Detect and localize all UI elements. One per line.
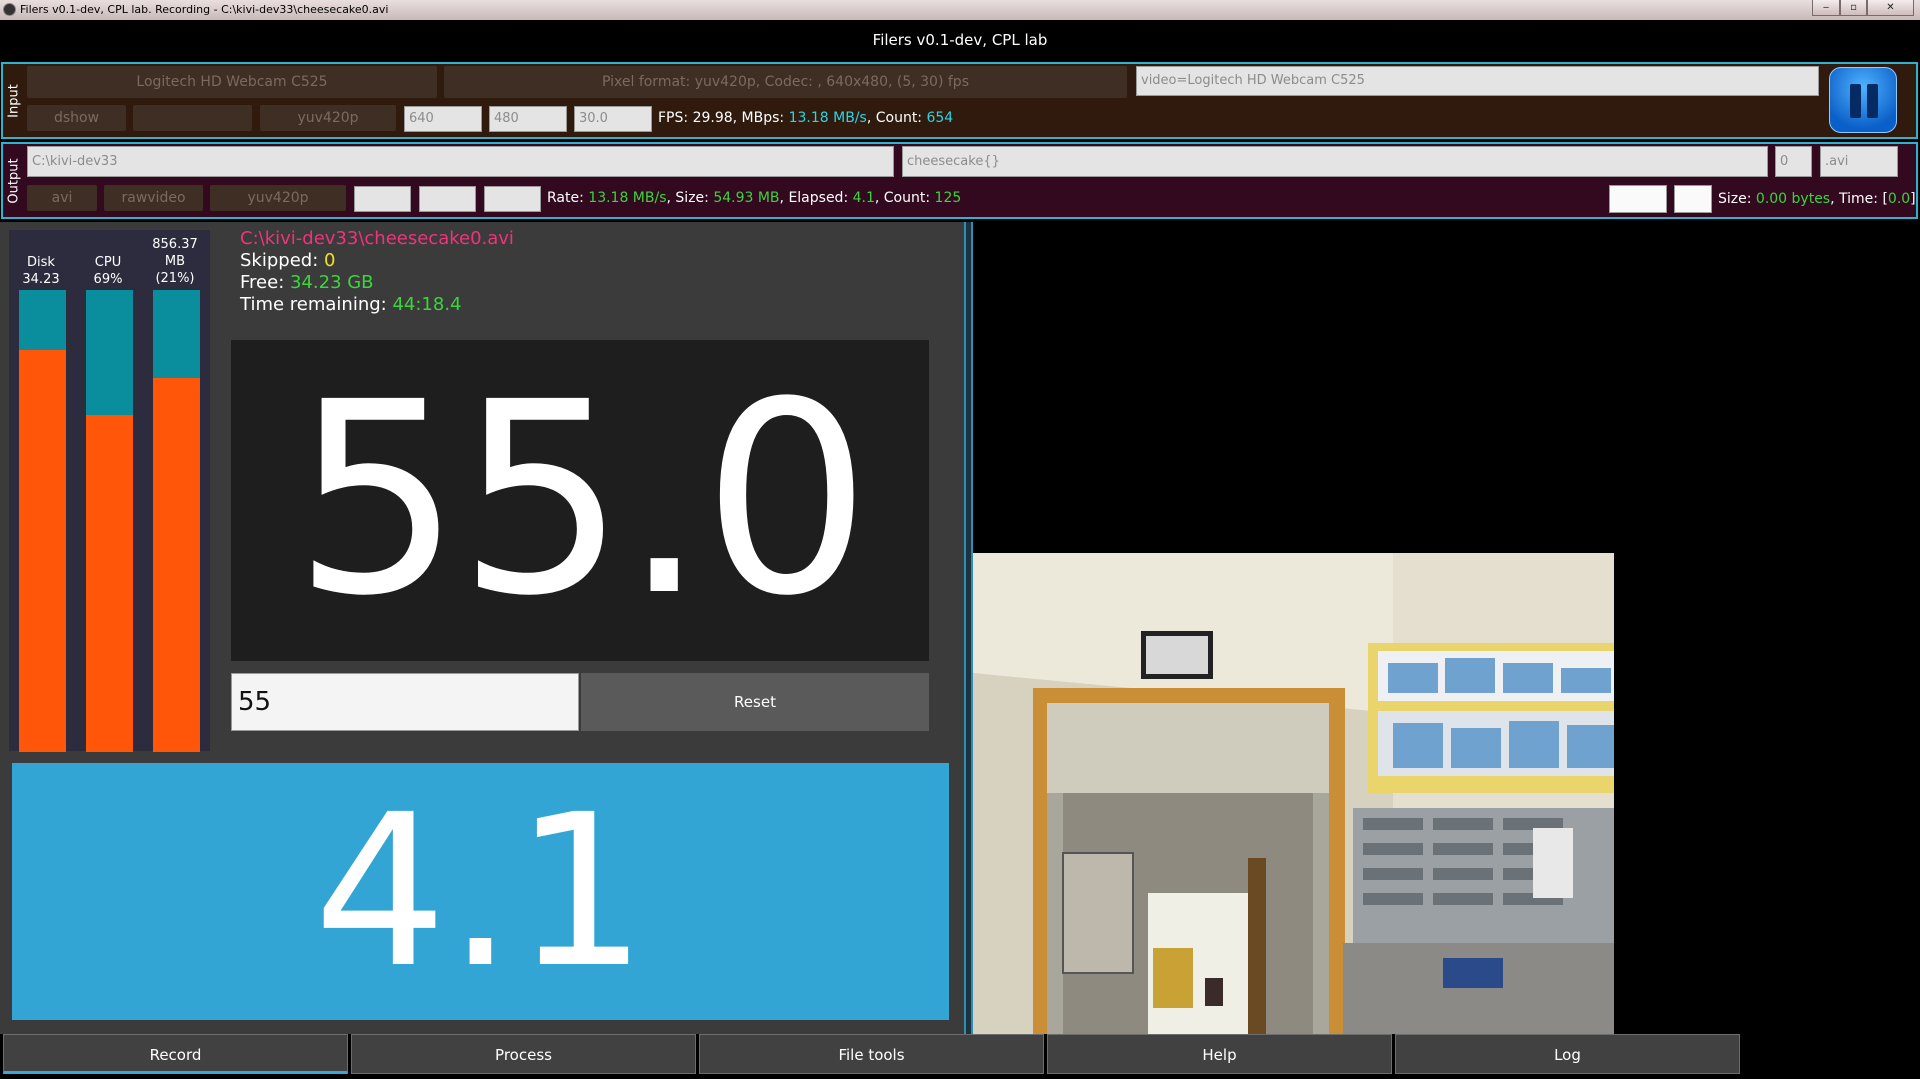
output-rate-field[interactable] [484,186,541,212]
os-title-bar: Filers v0.1-dev, CPL lab. Recording - C:… [0,0,1920,20]
output-index-field[interactable]: 0 [1775,146,1812,177]
resource-meters: Disk 34.23 GB CPU 69% 856.37 MB (21%) [9,230,210,752]
disk-meter-fill [19,350,66,752]
tab-file-tools[interactable]: File tools [699,1034,1044,1074]
input-section-label: Input [6,83,22,118]
skipped-frames: Skipped: 0 [240,250,336,271]
cpu-meter [86,290,133,752]
tab-record[interactable]: Record [3,1034,348,1074]
reset-button[interactable]: Reset [581,673,929,731]
maximize-icon[interactable]: ▫ [1840,0,1867,16]
time-remaining: Time remaining: 44:18.4 [240,294,462,315]
free-space: Free: 34.23 GB [240,272,374,293]
timer-display: 55.0 [231,340,929,661]
output-height-field[interactable] [419,186,476,212]
minimize-icon[interactable]: ‒ [1812,0,1840,16]
tab-help[interactable]: Help [1047,1034,1392,1074]
input-option-button[interactable] [133,105,252,131]
cpu-meter-fill [86,414,133,752]
output-limit-stats: Size: 0.00 bytes, Time: [0.0] [1718,191,1916,207]
os-window-title: Filers v0.1-dev, CPL lab. Recording - C:… [20,3,389,16]
output-size-limit-field[interactable] [1609,185,1667,213]
pause-icon-bar [1867,84,1878,118]
input-format-info[interactable]: Pixel format: yuv420p, Codec: , 640x480,… [444,66,1127,98]
camera-frame-image [973,553,1614,1034]
disk-meter [19,290,66,752]
input-rate-field[interactable]: 30.0 [574,106,652,132]
app-title: Filers v0.1-dev, CPL lab [0,20,1920,60]
output-path-field[interactable]: C:\kivi-dev33 [27,146,894,177]
input-source-format-button[interactable]: dshow [27,105,126,131]
timer-duration-input[interactable]: 55 [231,673,579,731]
recording-info: C:\kivi-dev33\cheesecake0.avi Skipped: 0… [240,228,760,316]
output-section-label: Output [6,157,22,204]
tab-process[interactable]: Process [351,1034,696,1074]
output-stats: Rate: 13.18 MB/s, Size: 54.93 MB, Elapse… [547,190,962,206]
cpu-meter-label: CPU 69% [93,255,123,287]
tab-log[interactable]: Log [1395,1034,1740,1074]
output-codec-button[interactable]: rawvideo [104,185,203,211]
input-pixel-format-button[interactable]: yuv420p [260,105,396,131]
output-extension-field[interactable]: .avi [1820,146,1898,177]
pause-button[interactable] [1829,67,1897,133]
panel-splitter[interactable] [964,222,973,1034]
input-stats: FPS: 29.98, MBps: 13.18 MB/s, Count: 654 [658,110,954,126]
output-time-limit-field[interactable] [1674,185,1712,213]
memory-meter [153,290,200,752]
output-filename-field[interactable]: cheesecake{} [902,146,1768,177]
recording-file-path: C:\kivi-dev33\cheesecake0.avi [240,228,514,249]
memory-meter-fill [153,377,200,752]
input-height-field[interactable]: 480 [489,106,567,132]
elapsed-display: 4.1 [12,763,949,1020]
input-device-string-field[interactable]: video=Logitech HD Webcam C525 [1136,66,1819,96]
output-pixel-format-button[interactable]: yuv420p [210,185,346,211]
output-width-field[interactable] [354,186,411,212]
app-icon [3,3,16,16]
input-device-button[interactable]: Logitech HD Webcam C525 [27,66,437,98]
camera-preview [973,553,1614,1034]
close-icon[interactable]: ✕ [1867,0,1914,16]
input-width-field[interactable]: 640 [404,106,482,132]
output-format-button[interactable]: avi [27,185,97,211]
memory-meter-label: 856.37 MB (21%) [152,237,198,286]
pause-icon [1850,84,1861,118]
